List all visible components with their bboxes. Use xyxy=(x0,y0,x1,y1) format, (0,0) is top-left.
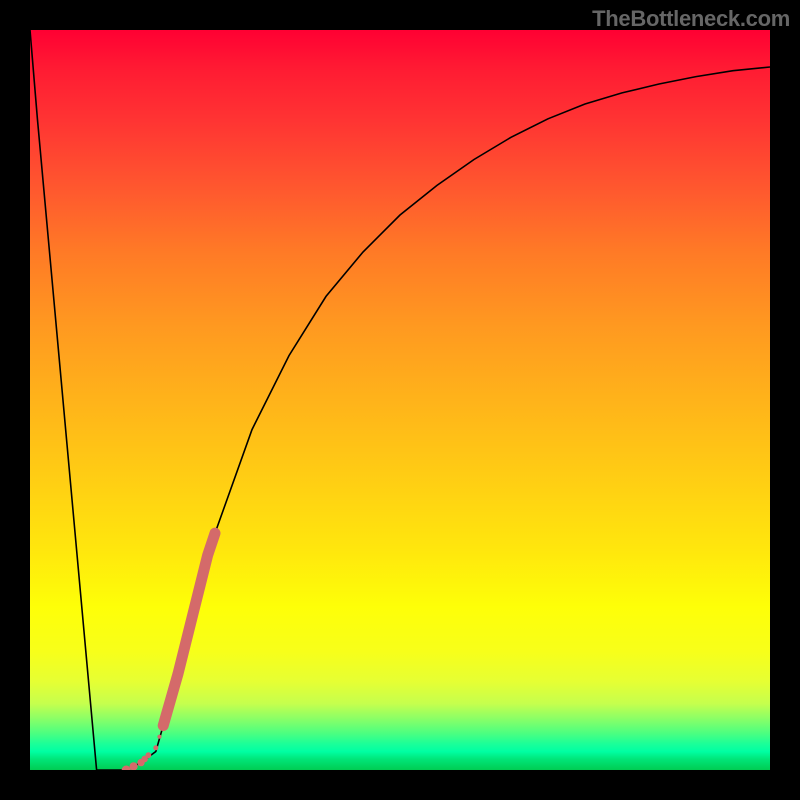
highlight-dot xyxy=(146,752,152,758)
highlight-dot xyxy=(153,745,158,750)
chart-svg xyxy=(30,30,770,770)
highlight-dot xyxy=(130,762,138,770)
highlight-dot xyxy=(122,766,131,771)
highlight-segment xyxy=(122,533,215,770)
chart-frame: TheBottleneck.com xyxy=(0,0,800,800)
plot-area xyxy=(30,30,770,770)
highlight-stroke xyxy=(163,533,215,725)
bottleneck-curve xyxy=(30,30,770,770)
watermark-text: TheBottleneck.com xyxy=(592,6,790,32)
highlight-dot xyxy=(157,735,161,739)
